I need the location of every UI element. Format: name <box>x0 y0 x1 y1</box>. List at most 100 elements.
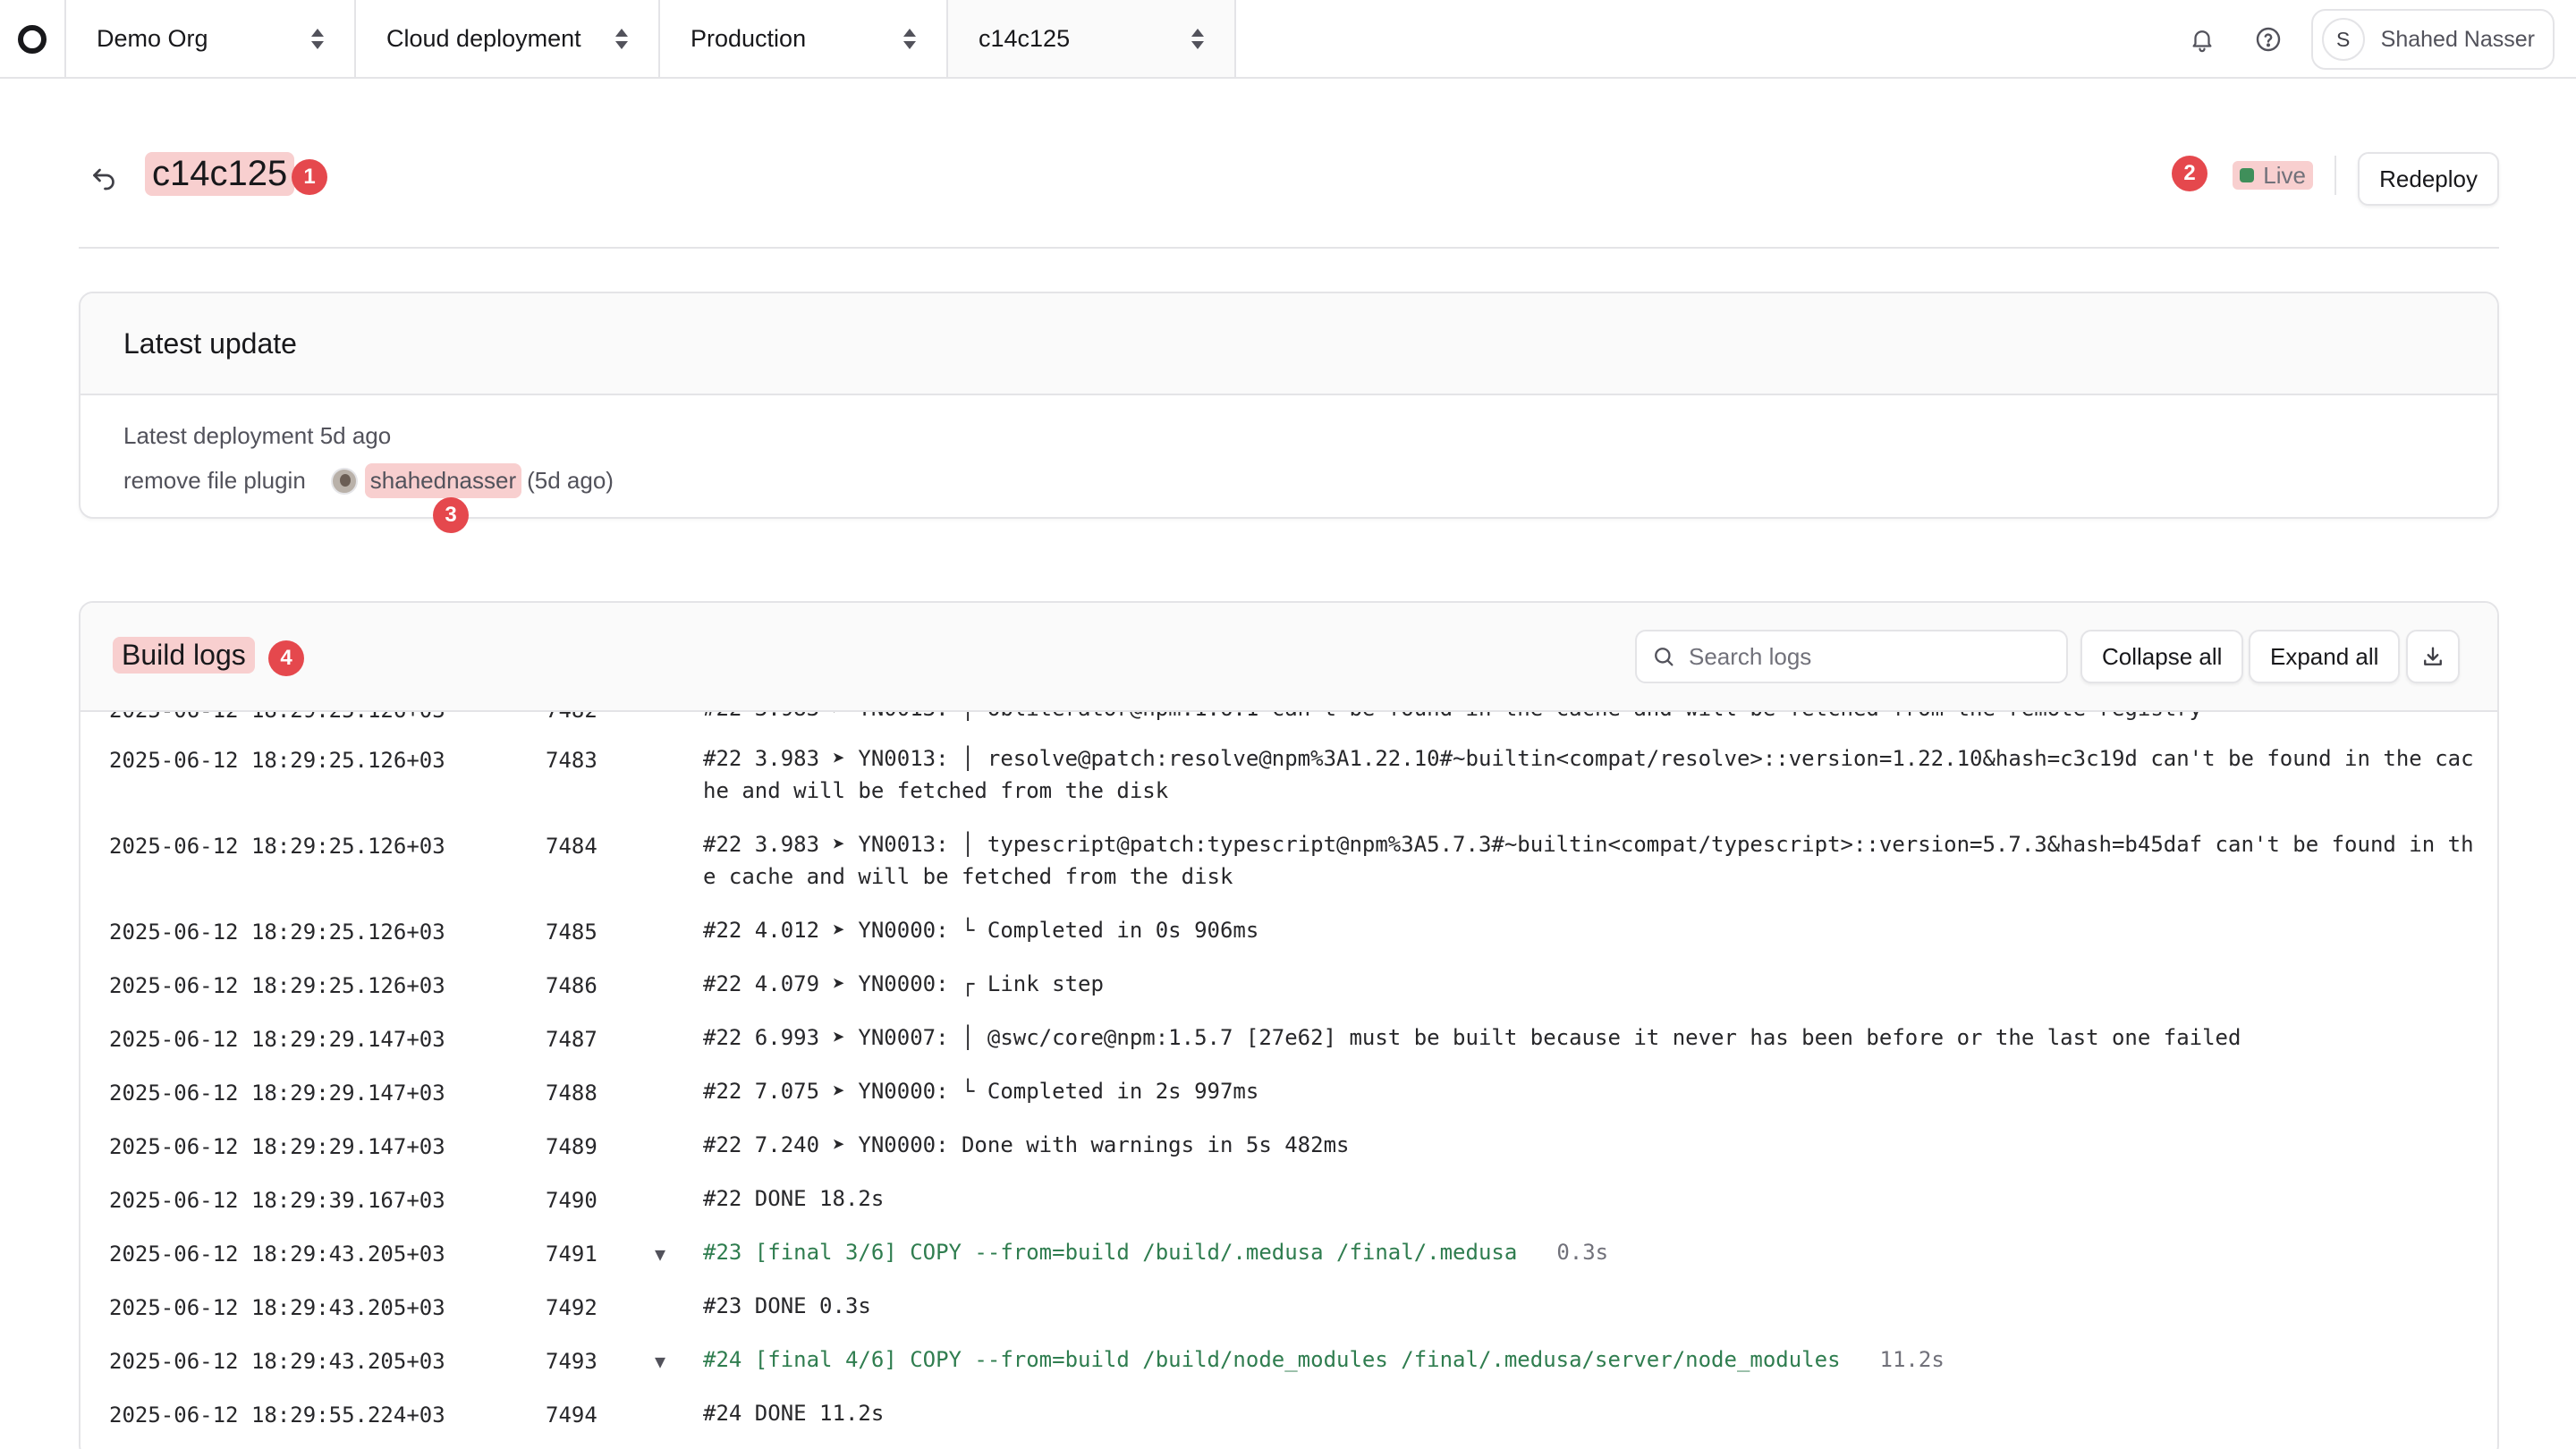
log-timestamp: 2025-06-12 18:29:43.205+03 <box>109 1295 445 1320</box>
author-link[interactable]: shahednasser <box>364 463 522 498</box>
author-avatar <box>330 467 358 495</box>
status-dot <box>2240 168 2255 182</box>
deployment-selector-label: c14c125 <box>979 24 1071 52</box>
log-message: #22 3.983 ➤ YN0013: │ resolve@patch:reso… <box>703 742 2474 807</box>
log-message-text: #23 [final 3/6] COPY --from=build /build… <box>703 1240 1518 1265</box>
page-title: c14c125 <box>145 152 295 196</box>
log-message-text: #22 3.983 ➤ YN0013: │ obliterator@npm:1.… <box>703 712 2202 721</box>
log-timestamp: 2025-06-12 18:29:25.126+03 <box>109 712 445 723</box>
log-step-duration: 0.3s <box>1556 1240 1609 1265</box>
log-line-number: 7490 <box>546 1188 597 1213</box>
search-logs-field[interactable] <box>1635 630 2068 683</box>
status-badge: Live <box>2233 161 2313 190</box>
log-line-number: 7491 <box>546 1241 597 1267</box>
latest-update-title: Latest update <box>80 293 2497 395</box>
log-timestamp: 2025-06-12 18:29:29.147+03 <box>109 1080 445 1106</box>
commit-message: remove file plugin <box>123 467 306 494</box>
triangle-down-icon[interactable]: ▼ <box>655 1243 665 1265</box>
log-line-number: 7485 <box>546 919 597 945</box>
environment-selector-label: Production <box>691 24 807 52</box>
log-message-text: #22 7.240 ➤ YN0000: Done with warnings i… <box>703 1132 1350 1157</box>
build-logs-card: Build logs 4 Collapse all Expand all 202… <box>79 601 2499 1449</box>
log-line-number: 7482 <box>546 712 597 723</box>
notifications-button[interactable] <box>2179 16 2225 63</box>
log-message: #22 3.983 ➤ YN0013: │ typescript@patch:t… <box>703 828 2474 893</box>
chevron-up-down-icon <box>311 28 324 49</box>
log-message: #23 [final 3/6] COPY --from=build /build… <box>703 1236 2474 1268</box>
log-message: #22 4.079 ➤ YN0000: ┌ Link step <box>703 968 2474 1000</box>
project-selector-label: Cloud deployment <box>386 24 581 52</box>
log-message-text: #22 7.075 ➤ YN0000: └ Completed in 2s 99… <box>703 1079 1259 1104</box>
deployment-selector[interactable]: c14c125 <box>948 0 1236 77</box>
bell-icon <box>2192 30 2212 53</box>
log-message-text: #22 6.993 ➤ YN0007: │ @swc/core@npm:1.5.… <box>703 1025 2241 1050</box>
app-logo-icon[interactable] <box>0 0 66 79</box>
log-message: #22 3.983 ➤ YN0013: │ obliterator@npm:1.… <box>703 712 2474 724</box>
log-timestamp: 2025-06-12 18:29:43.205+03 <box>109 1349 445 1374</box>
log-message: #22 4.012 ➤ YN0000: └ Completed in 0s 90… <box>703 914 2474 946</box>
chevron-up-down-icon <box>1191 28 1204 49</box>
log-timestamp: 2025-06-12 18:29:25.126+03 <box>109 748 445 773</box>
log-message-text: #22 4.012 ➤ YN0000: └ Completed in 0s 90… <box>703 918 1259 943</box>
download-icon <box>2424 647 2442 665</box>
build-logs-title: Build logs <box>113 637 255 674</box>
log-line-number: 7486 <box>546 973 597 998</box>
status-label: Live <box>2263 161 2306 189</box>
log-line-number: 7493 <box>546 1349 597 1374</box>
help-icon <box>2256 27 2280 52</box>
log-timestamp: 2025-06-12 18:29:39.167+03 <box>109 1188 445 1213</box>
log-message: #23 DONE 0.3s <box>703 1290 2474 1322</box>
top-navigation-bar: Demo Org Cloud deployment Production c14… <box>0 0 2576 79</box>
log-line-number: 7484 <box>546 834 597 859</box>
chevron-up-down-icon <box>615 28 628 49</box>
annotation-marker: 4 <box>268 640 304 676</box>
redeploy-button[interactable]: Redeploy <box>2358 152 2499 206</box>
annotation-marker: 2 <box>2172 156 2207 191</box>
log-line-number: 7492 <box>546 1295 597 1320</box>
commit-info: remove file plugin shahednasser (5d ago) <box>123 463 614 498</box>
help-button[interactable] <box>2245 16 2292 63</box>
chevron-up-down-icon <box>903 28 916 49</box>
search-icon <box>1655 648 1674 666</box>
log-timestamp: 2025-06-12 18:29:29.147+03 <box>109 1134 445 1159</box>
log-message: #22 7.075 ➤ YN0000: └ Completed in 2s 99… <box>703 1075 2474 1107</box>
log-message-text: #22 3.983 ➤ YN0013: │ typescript@patch:t… <box>703 832 2474 889</box>
log-timestamp: 2025-06-12 18:29:25.126+03 <box>109 973 445 998</box>
log-line-number: 7487 <box>546 1027 597 1052</box>
log-message-text: #23 DONE 0.3s <box>703 1293 871 1318</box>
environment-selector[interactable]: Production <box>660 0 948 77</box>
log-message: #22 7.240 ➤ YN0000: Done with warnings i… <box>703 1129 2474 1161</box>
log-message: #24 DONE 11.2s <box>703 1397 2474 1429</box>
log-list[interactable]: 2025-06-12 18:29:25.126+03 7482 #22 3.983 … <box>80 712 2497 1449</box>
log-timestamp: 2025-06-12 18:29:29.147+03 <box>109 1027 445 1052</box>
expand-all-button[interactable]: Expand all <box>2249 630 2401 683</box>
log-message: #22 DONE 18.2s <box>703 1182 2474 1215</box>
latest-update-card: Latest update Latest deployment 5d ago r… <box>79 292 2499 519</box>
author-time: (5d ago) <box>527 467 614 494</box>
deployment-header: c14c125 1 2 Live Redeploy <box>79 143 2499 249</box>
log-line-number: 7488 <box>546 1080 597 1106</box>
user-menu[interactable]: S Shahed Nasser <box>2310 9 2555 70</box>
latest-deployment-text: Latest deployment 5d ago <box>123 422 392 449</box>
download-logs-button[interactable] <box>2406 630 2460 683</box>
log-message-text: #24 [final 4/6] COPY --from=build /build… <box>703 1347 1841 1372</box>
log-line-number: 7494 <box>546 1402 597 1428</box>
project-selector[interactable]: Cloud deployment <box>356 0 660 77</box>
log-message: #22 6.993 ➤ YN0007: │ @swc/core@npm:1.5.… <box>703 1021 2474 1054</box>
collapse-all-button[interactable]: Collapse all <box>2080 630 2244 683</box>
search-logs-input[interactable] <box>1689 642 2029 671</box>
log-message-text: #24 DONE 11.2s <box>703 1401 885 1426</box>
org-selector-label: Demo Org <box>97 24 208 52</box>
log-message-text: #22 DONE 18.2s <box>703 1186 885 1211</box>
log-timestamp: 2025-06-12 18:29:43.205+03 <box>109 1241 445 1267</box>
triangle-down-icon[interactable]: ▼ <box>655 1351 665 1372</box>
annotation-marker: 3 <box>433 497 469 533</box>
back-arrow-icon[interactable] <box>88 159 120 196</box>
build-logs-header: Build logs 4 Collapse all Expand all <box>80 603 2497 712</box>
org-selector[interactable]: Demo Org <box>66 0 356 77</box>
log-message-text: #22 4.079 ➤ YN0000: ┌ Link step <box>703 971 1104 996</box>
log-message-text: #22 3.983 ➤ YN0013: │ resolve@patch:reso… <box>703 746 2474 803</box>
log-timestamp: 2025-06-12 18:29:55.224+03 <box>109 1402 445 1428</box>
user-name: Shahed Nasser <box>2380 26 2535 52</box>
log-timestamp: 2025-06-12 18:29:25.126+03 <box>109 834 445 859</box>
